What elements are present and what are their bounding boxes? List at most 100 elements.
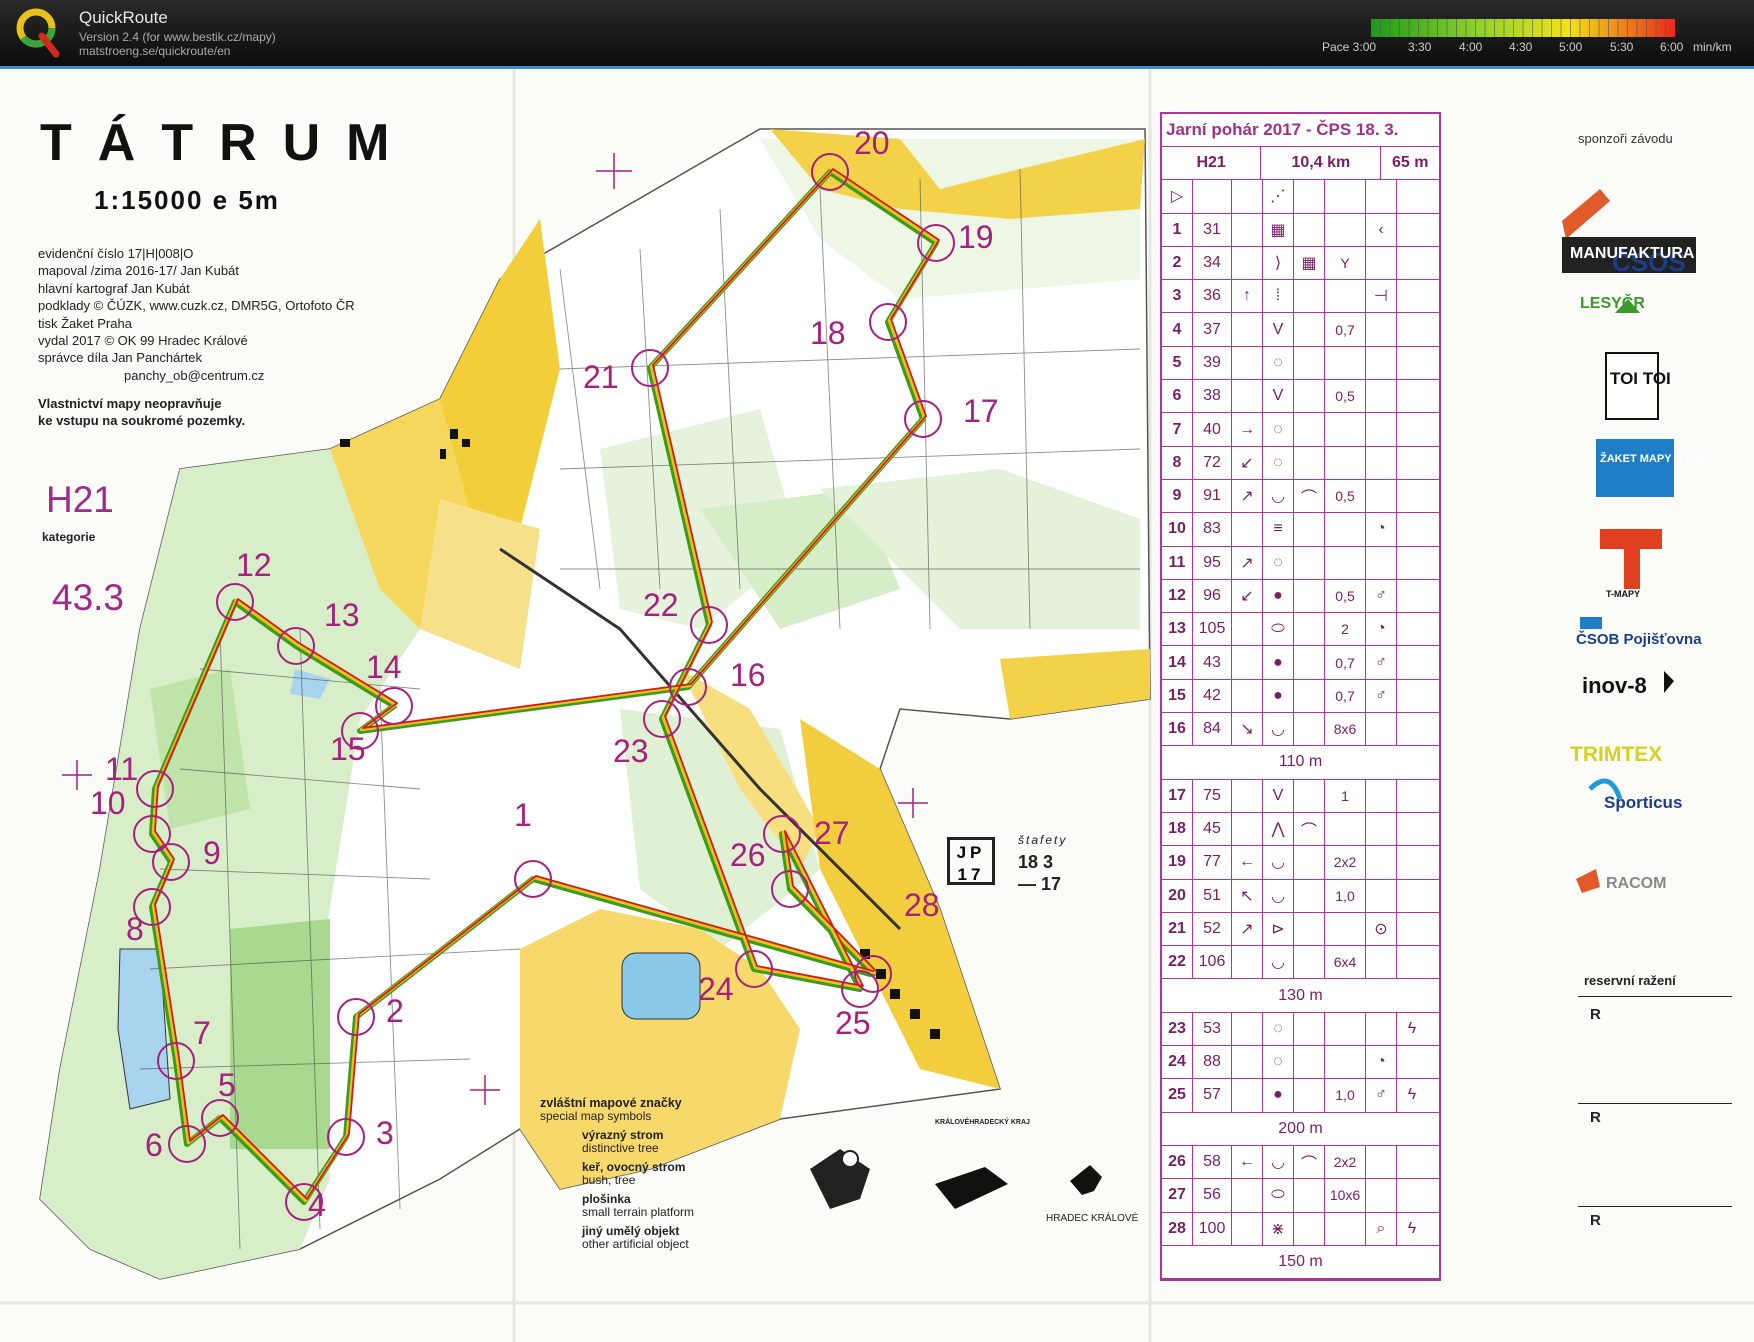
control-code: 84 [1193,713,1232,746]
pace-label: 6:00 [1660,40,1684,54]
control-number: 21 [583,359,619,395]
extra-icon [1397,780,1427,812]
extra-icon [1397,447,1427,479]
dimension [1325,446,1366,479]
control-order: 25 [1162,1079,1193,1112]
reserve-line [1578,996,1732,997]
reserve-mark: R [1590,1212,1601,1229]
appearance-icon [1294,879,1325,912]
start-triangle-icon: ▷ [1162,180,1193,213]
control-number: 4 [308,1187,326,1223]
legend-item-en: other artificial object [582,1237,689,1251]
which-feature [1232,1046,1263,1079]
control-code: 31 [1193,213,1232,246]
description-row: 6 38 V 0,5 [1162,380,1439,414]
feature-icon: ⬭ [1263,1179,1294,1212]
location-icon [1366,1145,1397,1179]
pace-label: 5:30 [1610,40,1634,54]
extra-icon [1397,347,1427,379]
dimension: 10x6 [1325,1179,1366,1212]
app-header: QuickRoute Version 2.4 (for www.bestik.c… [0,0,1754,66]
control-code: 77 [1193,846,1232,879]
description-row: 12 96 ↙ ● 0,5 ♂ [1162,579,1439,614]
control-code: 75 [1193,779,1232,812]
description-row: 13 105 ⬭ 2 ◔ [1162,613,1439,647]
credit-line: mapoval /zima 2016-17/ Jan Kubát [38,263,239,279]
feature-icon: V [1263,779,1294,812]
jp-line: 17 [957,865,985,884]
control-description-sheet: Jarní pohár 2017 - ČPS 18. 3. H21 10,4 k… [1160,112,1441,1282]
legend-subtitle: special map symbols [540,1109,652,1123]
feature-icon: ◡ [1263,713,1294,746]
extra-icon [1397,380,1427,412]
control-order: 11 [1162,546,1193,579]
which-feature [1232,313,1263,346]
feature-icon: ⬭ [1263,613,1294,646]
control-order: 10 [1162,513,1193,546]
extra-icon [1397,413,1427,445]
control-code: 100 [1193,1212,1232,1245]
extra-icon: ϟ [1407,1019,1417,1037]
control-order: 9 [1162,479,1193,513]
dimension [1325,213,1366,246]
description-rows: 1 31 ▦ ‹ 2 34 ⟩ ▦ Y 3 36 ↑ ⁞ ⊣ 4 37 V 0,7 5 39 ◌ 6 38 V 0,5 7 40 → ◌… [1162,213,1439,1280]
extra-icon [1397,547,1427,579]
control-number: 28 [904,887,940,923]
sponsor-name: TRIMTEX [1570,743,1663,766]
control-order: 19 [1162,846,1193,879]
which-feature [1232,1212,1263,1245]
location-icon [1366,846,1397,879]
sponsor-name: Sporticus [1604,793,1683,812]
control-number: 7 [193,1015,211,1051]
time-value: 43.3 [52,577,125,618]
description-climb: 65 m [1391,154,1429,172]
extra-icon [1397,580,1427,612]
start-feature-icon: ⋰ [1263,180,1294,213]
dimension [1325,1046,1366,1079]
control-code: 39 [1193,346,1232,380]
control-code: 43 [1193,646,1232,679]
dimension: 0,5 [1325,380,1366,413]
feature-icon: V [1263,380,1294,413]
location-icon: ◔ [1366,1046,1397,1079]
control-code: 38 [1193,380,1232,413]
control-code: 34 [1193,246,1232,280]
description-distance-row: 200 m [1162,1113,1439,1146]
legend-item-cz: plošinka [582,1192,631,1206]
leg-distance: 200 m [1278,1119,1323,1137]
appearance-icon [1294,679,1325,713]
control-number: 20 [854,125,890,161]
control-number: 2 [386,993,404,1029]
description-distance-row: 150 m [1162,1246,1439,1280]
warning-line: ke vstupu na soukromé pozemky. [38,413,246,428]
feature-icon: ● [1263,579,1294,613]
feature-icon: ● [1263,1079,1294,1112]
control-order: 27 [1162,1179,1193,1212]
extra-icon [1397,946,1427,978]
feature-icon: ⟩ [1263,246,1294,280]
control-number: 27 [814,815,850,851]
control-number: 9 [203,835,221,871]
description-title: Jarní pohár 2017 - ČPS 18. 3. [1162,114,1439,147]
control-code: 83 [1193,513,1232,546]
control-number: 26 [730,837,766,873]
description-row: 14 43 ● 0,7 ♂ [1162,646,1439,680]
extra-icon [1397,480,1427,512]
leg-distance: 110 m [1278,753,1323,771]
location-icon: ♂ [1366,679,1397,713]
control-order: 20 [1162,879,1193,912]
control-code: 91 [1193,479,1232,513]
location-icon [1366,346,1397,380]
control-code: 45 [1193,812,1232,846]
description-row: 9 91 ↗ ◡ ⌒ 0,5 [1162,479,1439,514]
sponsor-name: RACOM [1606,875,1667,892]
appearance-icon [1294,846,1325,879]
warning-line: Vlastnictví mapy neopravňuje [38,396,222,411]
control-code: 58 [1193,1145,1232,1179]
which-feature [1232,246,1263,280]
which-feature [1232,513,1263,546]
description-category: H21 [1162,147,1262,180]
sponsor-name: ŽAKET MAPY A TISK [1600,453,1710,465]
which-feature: ↖ [1232,879,1263,912]
map-canvas[interactable]: TÁTRUM 1:15000 e 5m evidenční číslo 17|H… [0,69,1754,1342]
